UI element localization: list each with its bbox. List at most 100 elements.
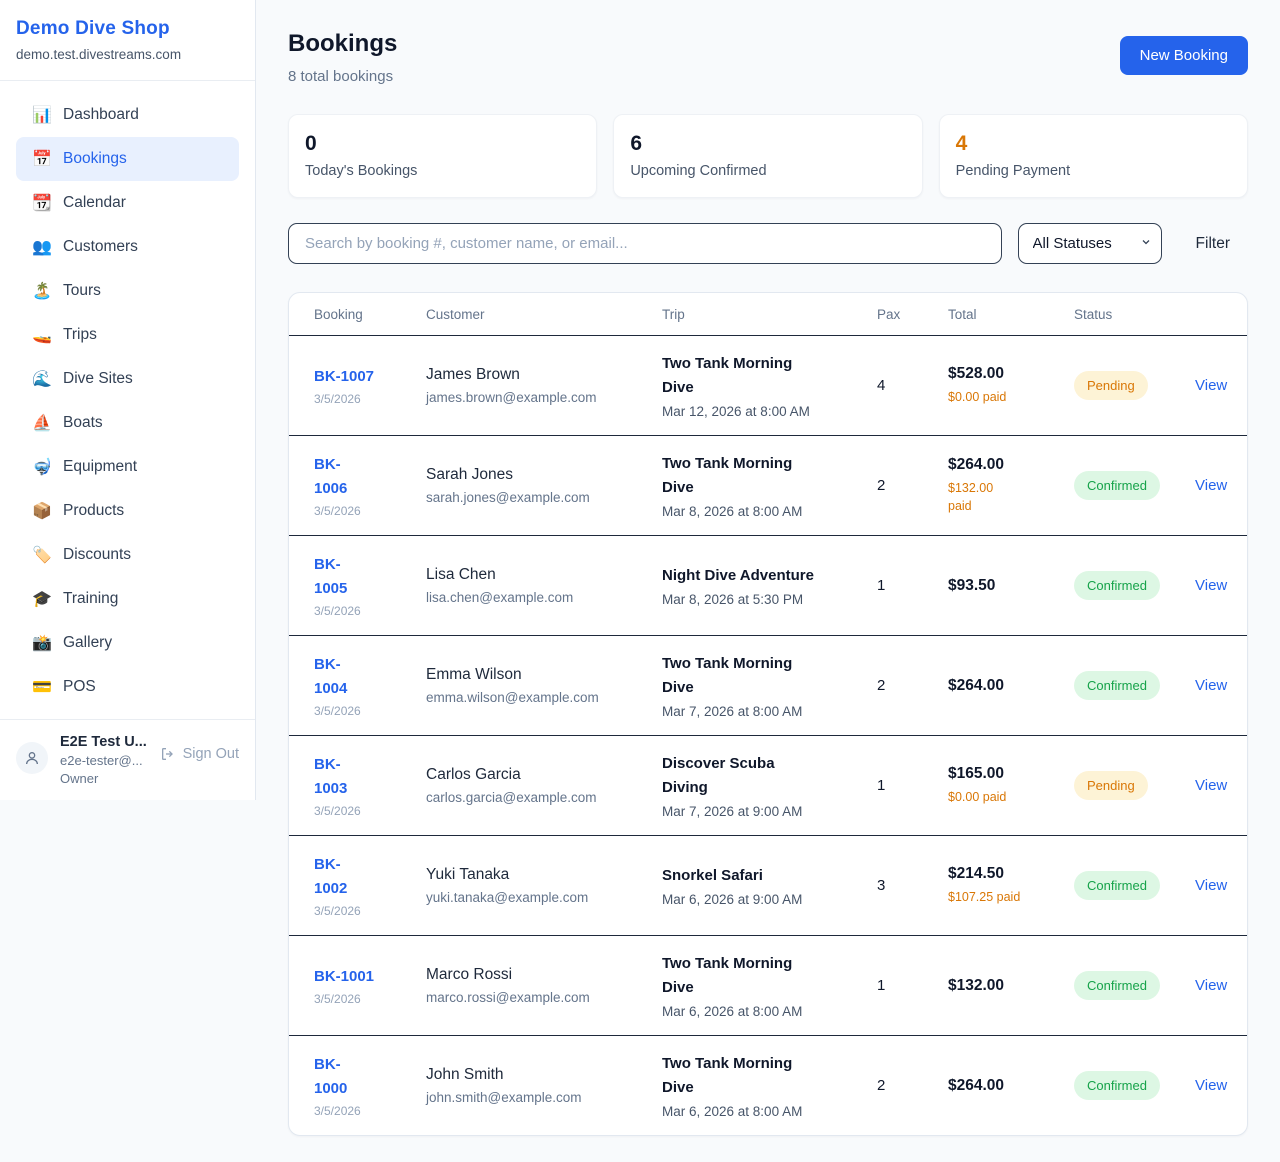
customer-email: yuki.tanaka@example.com: [426, 890, 652, 905]
view-button[interactable]: View: [1195, 477, 1227, 494]
island-icon: 🏝️: [32, 281, 52, 301]
booking-date: 3/5/2026: [314, 804, 416, 818]
status-badge: Confirmed: [1074, 1071, 1160, 1100]
trip-name: Two Tank Morning Dive: [662, 452, 867, 499]
trip-datetime: Mar 7, 2026 at 8:00 AM: [662, 704, 867, 719]
trip-datetime: Mar 6, 2026 at 8:00 AM: [662, 1004, 867, 1019]
table-row: BK- 1000 3/5/2026 John Smith john.smith@…: [289, 1035, 1247, 1135]
package-icon: 📦: [32, 501, 52, 521]
customer-email: lisa.chen@example.com: [426, 590, 652, 605]
customer-name: James Brown: [426, 366, 652, 384]
pax-count: 3: [877, 877, 948, 894]
status-select-wrap: All Statuses: [1018, 223, 1162, 264]
filter-button[interactable]: Filter: [1178, 223, 1248, 264]
pax-count: 1: [877, 977, 948, 994]
sidebar-item-calendar[interactable]: 📆 Calendar: [16, 181, 239, 225]
trip-datetime: Mar 12, 2026 at 8:00 AM: [662, 404, 867, 419]
booking-id-link[interactable]: BK- 1000: [314, 1053, 347, 1100]
pax-count: 2: [877, 1077, 948, 1094]
person-icon: [24, 750, 40, 766]
stats-row: 0 Today's Bookings 6 Upcoming Confirmed …: [288, 114, 1248, 198]
page-header: Bookings 8 total bookings New Booking: [288, 30, 1248, 85]
booking-id-link[interactable]: BK- 1006: [314, 453, 347, 500]
column-header-total: Total: [948, 307, 1074, 322]
sidebar-item-equipment[interactable]: 🤿 Equipment: [16, 445, 239, 489]
stat-value: 6: [630, 132, 905, 155]
sidebar-item-label: Discounts: [63, 546, 131, 564]
sidebar-item-boats[interactable]: ⛵ Boats: [16, 401, 239, 445]
total-amount: $528.00: [948, 365, 1064, 383]
brand-block: Demo Dive Shop demo.test.divestreams.com: [0, 0, 255, 81]
view-button[interactable]: View: [1195, 1077, 1227, 1094]
booking-id-link[interactable]: BK-1001: [314, 965, 374, 988]
total-amount: $264.00: [948, 1077, 1064, 1095]
status-filter-select[interactable]: All Statuses: [1018, 223, 1162, 264]
sidebar-item-label: Trips: [63, 326, 97, 344]
view-button[interactable]: View: [1195, 777, 1227, 794]
booking-date: 3/5/2026: [314, 504, 416, 518]
table-row: BK- 1002 3/5/2026 Yuki Tanaka yuki.tanak…: [289, 835, 1247, 935]
booking-date: 3/5/2026: [314, 704, 416, 718]
booking-id-link[interactable]: BK-1007: [314, 365, 374, 388]
booking-id-link[interactable]: BK- 1004: [314, 653, 347, 700]
sidebar-item-pos[interactable]: 💳 POS: [16, 665, 239, 709]
paid-amount: $107.25 paid: [948, 888, 1064, 906]
search-input[interactable]: [288, 223, 1002, 264]
sidebar-item-customers[interactable]: 👥 Customers: [16, 225, 239, 269]
sidebar-item-dive-sites[interactable]: 🌊 Dive Sites: [16, 357, 239, 401]
sign-out-label: Sign Out: [183, 746, 239, 762]
sidebar-item-label: POS: [63, 678, 96, 696]
view-button[interactable]: View: [1195, 977, 1227, 994]
wave-icon: 🌊: [32, 369, 52, 389]
sidebar-item-gallery[interactable]: 📸 Gallery: [16, 621, 239, 665]
sidebar-item-discounts[interactable]: 🏷️ Discounts: [16, 533, 239, 577]
sign-out-button[interactable]: Sign Out: [160, 746, 239, 762]
pax-count: 2: [877, 677, 948, 694]
booking-date: 3/5/2026: [314, 392, 416, 406]
sidebar-item-products[interactable]: 📦 Products: [16, 489, 239, 533]
total-amount: $264.00: [948, 456, 1064, 474]
status-badge: Confirmed: [1074, 971, 1160, 1000]
view-button[interactable]: View: [1195, 577, 1227, 594]
total-amount: $214.50: [948, 865, 1064, 883]
sign-out-icon: [160, 746, 176, 762]
sidebar-item-trips[interactable]: 🚤 Trips: [16, 313, 239, 357]
sidebar-item-label: Tours: [63, 282, 101, 300]
sidebar-item-label: Equipment: [63, 458, 137, 476]
sidebar-item-training[interactable]: 🎓 Training: [16, 577, 239, 621]
trip-datetime: Mar 6, 2026 at 8:00 AM: [662, 1104, 867, 1119]
booking-id-link[interactable]: BK- 1002: [314, 853, 347, 900]
sidebar-item-tours[interactable]: 🏝️ Tours: [16, 269, 239, 313]
column-header-pax: Pax: [877, 307, 948, 322]
sidebar-footer: E2E Test U... e2e-tester@... Owner Sign …: [0, 719, 255, 800]
view-button[interactable]: View: [1195, 677, 1227, 694]
sidebar-item-label: Boats: [63, 414, 103, 432]
table-row: BK-1007 3/5/2026 James Brown james.brown…: [289, 335, 1247, 435]
status-badge: Confirmed: [1074, 871, 1160, 900]
booking-date: 3/5/2026: [314, 604, 416, 618]
sidebar-item-label: Training: [63, 590, 118, 608]
sidebar-item-dashboard[interactable]: 📊 Dashboard: [16, 93, 239, 137]
stat-value: 4: [956, 132, 1231, 155]
customer-name: Sarah Jones: [426, 466, 652, 484]
new-booking-button[interactable]: New Booking: [1120, 36, 1248, 75]
view-button[interactable]: View: [1195, 877, 1227, 894]
stat-value: 0: [305, 132, 580, 155]
paid-amount: $0.00 paid: [948, 788, 1064, 806]
booking-date: 3/5/2026: [314, 992, 416, 1006]
filter-row: All Statuses Filter: [288, 223, 1248, 264]
status-badge: Confirmed: [1074, 471, 1160, 500]
table-row: BK- 1003 3/5/2026 Carlos Garcia carlos.g…: [289, 735, 1247, 835]
stat-card-upcoming-confirmed: 6 Upcoming Confirmed: [613, 114, 922, 198]
sidebar-item-bookings[interactable]: 📅 Bookings: [16, 137, 239, 181]
bar-chart-icon: 📊: [32, 105, 52, 125]
status-badge: Confirmed: [1074, 671, 1160, 700]
trip-name: Two Tank Morning Dive: [662, 352, 867, 399]
booking-date: 3/5/2026: [314, 1104, 416, 1118]
booking-id-link[interactable]: BK- 1003: [314, 753, 347, 800]
booking-id-link[interactable]: BK- 1005: [314, 553, 347, 600]
view-button[interactable]: View: [1195, 377, 1227, 394]
customer-email: john.smith@example.com: [426, 1090, 652, 1105]
trip-name: Snorkel Safari: [662, 864, 867, 887]
user-email: e2e-tester@...: [60, 753, 148, 768]
